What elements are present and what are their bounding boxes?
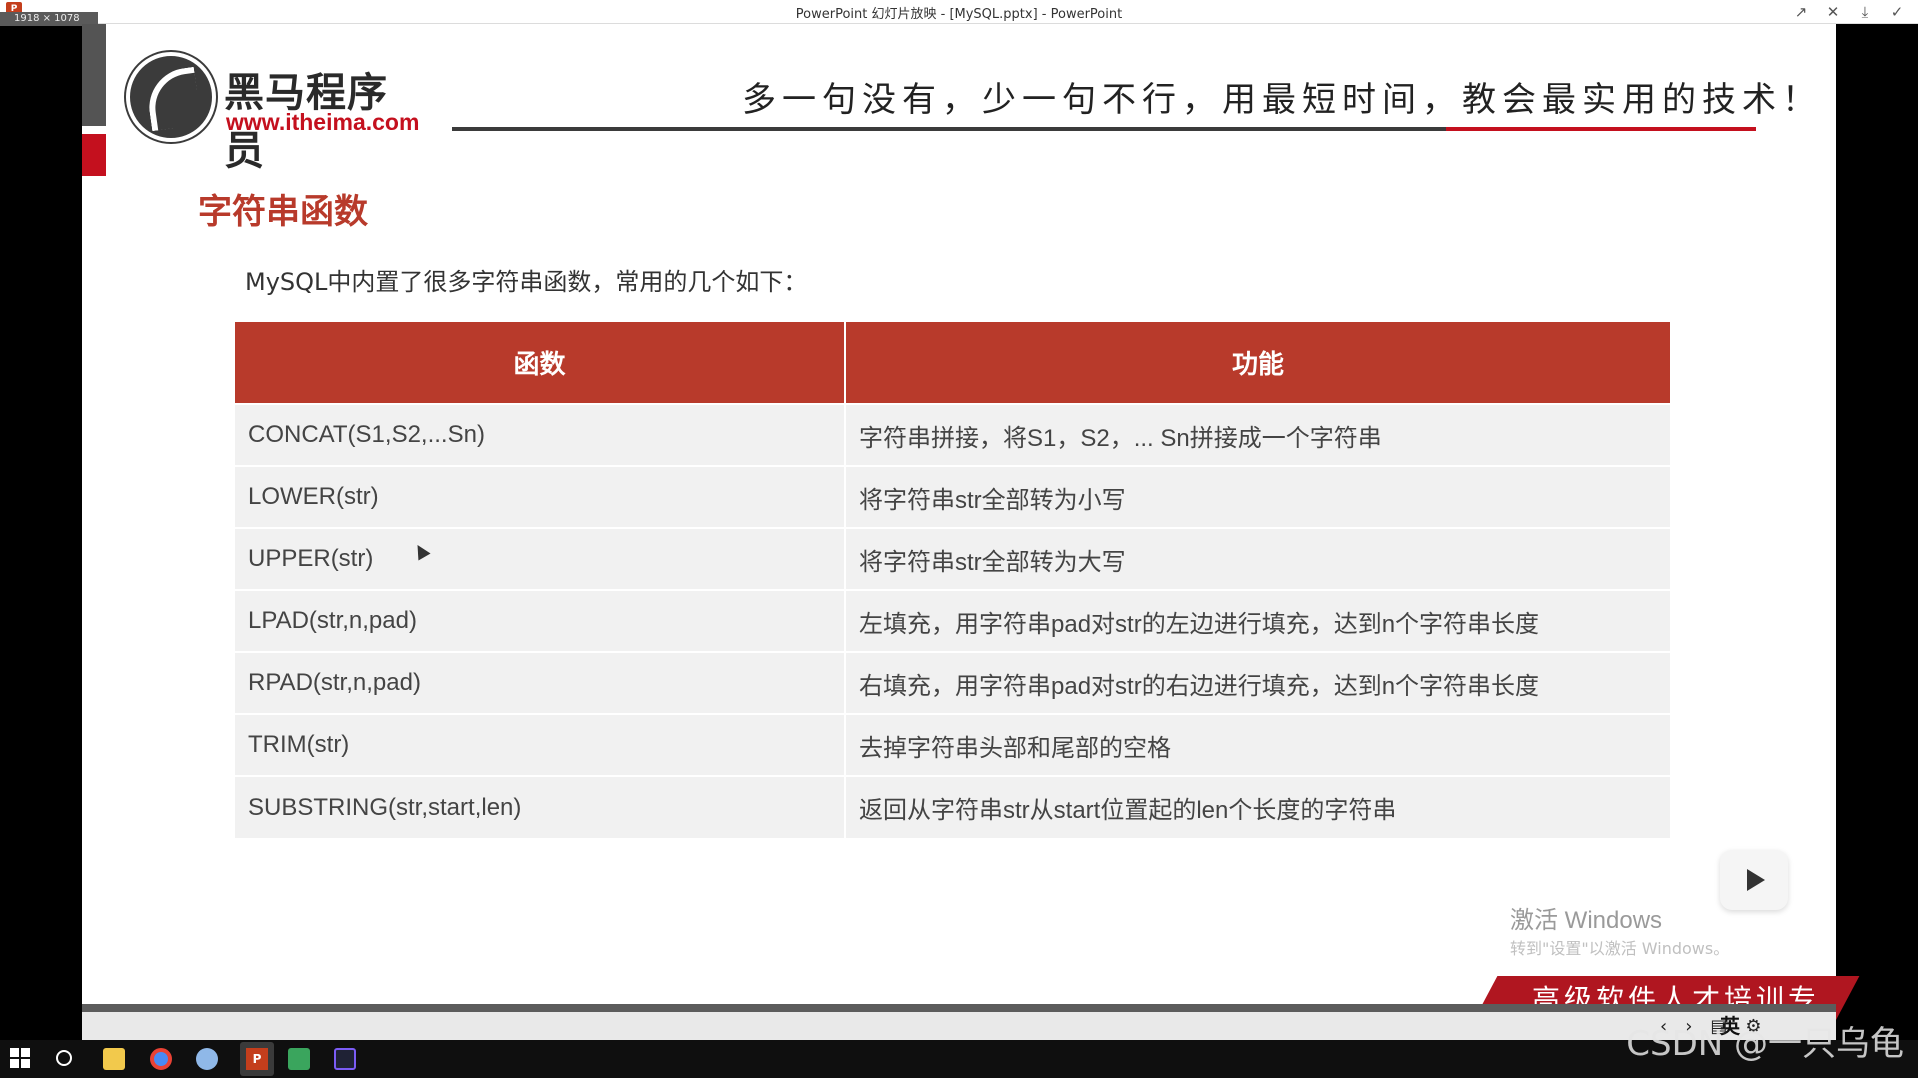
- table-row: LOWER(str) 将字符串str全部转为小写: [235, 465, 1670, 528]
- slideshow-progress-bar: [82, 1004, 1836, 1012]
- logo-url: www.itheima.com: [226, 109, 420, 135]
- play-icon[interactable]: [1720, 850, 1788, 910]
- function-name: CONCAT(S1,S2,...Sn): [235, 403, 846, 466]
- window-controls: ↗ ✕ ⤓ ✓: [1792, 4, 1906, 20]
- windows-start-icon[interactable]: [10, 1048, 32, 1070]
- function-description: 返回从字符串str从start位置起的len个长度的字符串: [845, 775, 1670, 838]
- function-description: 字符串拼接，将S1，S2，... Sn拼接成一个字符串: [845, 403, 1670, 466]
- header-function: 函数: [235, 322, 846, 404]
- popout-icon[interactable]: ↗: [1792, 4, 1810, 20]
- search-icon[interactable]: [56, 1050, 72, 1066]
- title-bar: P 1918 × 1078 PowerPoint 幻灯片放映 - [MySQL.…: [0, 0, 1918, 26]
- header-purpose: 功能: [845, 322, 1670, 404]
- table-row: UPPER(str) 将字符串str全部转为大写: [235, 527, 1670, 590]
- slogan: 多一句没有，少一句不行，用最短时间，教会最实用的技术！: [742, 80, 1822, 120]
- horse-logo-icon: [126, 52, 216, 142]
- csdn-watermark: CSDN @一只乌龟: [1626, 1024, 1904, 1064]
- chrome-icon[interactable]: [150, 1048, 172, 1070]
- itheima-logo: 黑马程序员 www.itheima.com: [126, 52, 426, 174]
- function-description: 将字符串str全部转为小写: [845, 465, 1670, 528]
- close-icon[interactable]: ✕: [1824, 4, 1842, 20]
- activate-windows-hint: 转到"设置"以激活 Windows。: [1510, 939, 1730, 958]
- table-row: SUBSTRING(str,start,len) 返回从字符串str从start…: [235, 775, 1670, 838]
- function-description: 右填充，用字符串pad对str的右边进行填充，达到n个字符串长度: [845, 651, 1670, 714]
- function-name: LOWER(str): [235, 465, 846, 528]
- slideshow-toolbar: [82, 1012, 1836, 1040]
- table-row: TRIM(str) 去掉字符串头部和尾部的空格: [235, 713, 1670, 776]
- window-title: PowerPoint 幻灯片放映 - [MySQL.pptx] - PowerP…: [795, 7, 1123, 22]
- table-header-row: 函数 功能: [235, 322, 1670, 404]
- left-accent-bar: [82, 24, 106, 126]
- string-functions-table: 函数 功能 CONCAT(S1,S2,...Sn) 字符串拼接，将S1，S2，.…: [235, 322, 1670, 838]
- file-explorer-icon[interactable]: [103, 1048, 125, 1070]
- notepad-icon[interactable]: [288, 1048, 310, 1070]
- function-name: TRIM(str): [235, 713, 846, 776]
- table-row: LPAD(str,n,pad) 左填充，用字符串pad对str的左边进行填充，达…: [235, 589, 1670, 652]
- function-description: 去掉字符串头部和尾部的空格: [845, 713, 1670, 776]
- table-row: CONCAT(S1,S2,...Sn) 字符串拼接，将S1，S2，... Sn拼…: [235, 403, 1670, 466]
- app-icon[interactable]: [196, 1048, 218, 1070]
- activate-windows-title: 激活 Windows: [1510, 907, 1663, 934]
- function-name: RPAD(str,n,pad): [235, 651, 846, 714]
- powerpoint-taskbar-icon[interactable]: P: [240, 1042, 274, 1076]
- function-description: 将字符串str全部转为大写: [845, 527, 1670, 590]
- datagrip-icon[interactable]: [334, 1048, 356, 1070]
- function-name: SUBSTRING(str,start,len): [235, 775, 846, 838]
- check-icon[interactable]: ✓: [1888, 4, 1906, 20]
- function-name: UPPER(str): [235, 527, 846, 590]
- function-description: 左填充，用字符串pad对str的左边进行填充，达到n个字符串长度: [845, 589, 1670, 652]
- download-icon[interactable]: ⤓: [1856, 4, 1874, 20]
- slide-canvas: 黑马程序员 www.itheima.com 多一句没有，少一句不行，用最短时间，…: [82, 24, 1860, 1056]
- slide-title: 字符串函数: [198, 192, 368, 232]
- table-row: RPAD(str,n,pad) 右填充，用字符串pad对str的右边进行填充，达…: [235, 651, 1670, 714]
- function-name: LPAD(str,n,pad): [235, 589, 846, 652]
- left-accent-red-bar: [82, 134, 106, 176]
- slide-intro: MySQL中内置了很多字符串函数，常用的几个如下：: [245, 268, 808, 296]
- header-divider-accent: [1446, 127, 1756, 131]
